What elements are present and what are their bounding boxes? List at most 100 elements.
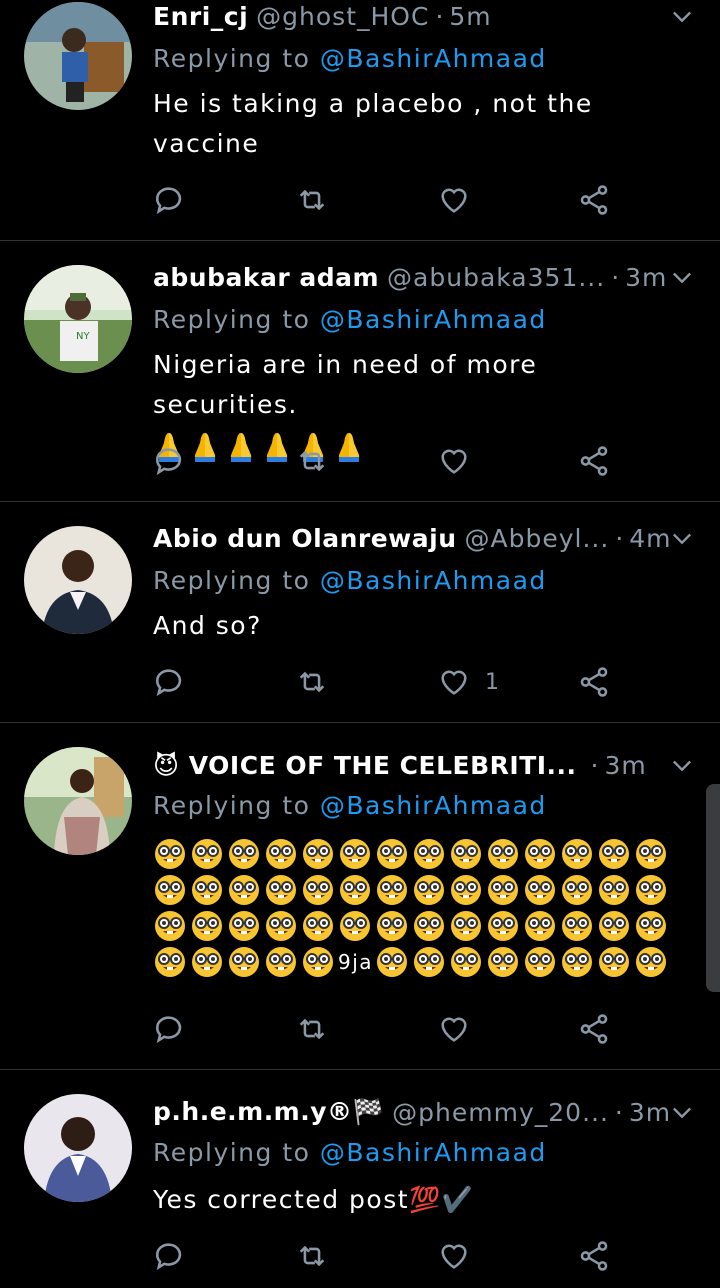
retweet-button[interactable]	[295, 441, 329, 481]
author-name[interactable]: p.h.e.m.m.y®🏁	[153, 1097, 384, 1127]
tweet[interactable]: p.h.e.m.m.y®🏁 @phemmy_20... · 3m Replyin…	[0, 1070, 720, 1288]
share-button[interactable]	[577, 180, 611, 220]
reply-button[interactable]	[153, 1236, 187, 1276]
reply-button[interactable]	[153, 662, 187, 702]
nerd-face-emoji	[523, 837, 557, 871]
share-icon	[580, 446, 608, 476]
nerd-face-emoji	[375, 909, 409, 943]
inline-text: 9ja	[338, 950, 374, 974]
replying-to: Replying to @BashirAhmaad	[153, 305, 547, 334]
avatar[interactable]	[24, 526, 132, 634]
tweet[interactable]: Abio dun Olanrewaju @Abbeyl... · 4m Repl…	[0, 502, 720, 723]
timestamp: 3m	[625, 262, 668, 292]
replying-to: Replying to @BashirAhmaad	[153, 44, 547, 73]
author-name[interactable]: abubakar adam	[153, 263, 379, 292]
nerd-face-emoji	[486, 909, 520, 943]
share-button[interactable]	[577, 441, 611, 481]
replying-to: Replying to @BashirAhmaad	[153, 1138, 547, 1167]
nerd-face-emoji	[597, 873, 631, 907]
replying-to-handle[interactable]: @BashirAhmaad	[320, 1138, 547, 1167]
like-button[interactable]: 1	[437, 662, 499, 702]
chevron-down-icon[interactable]	[668, 1098, 696, 1126]
replying-to-handle[interactable]: @BashirAhmaad	[320, 44, 547, 73]
chevron-down-icon[interactable]	[668, 751, 696, 779]
replying-prefix: Replying to	[153, 791, 311, 820]
nerd-face-emoji	[634, 945, 668, 979]
chevron-down-icon[interactable]	[668, 2, 696, 30]
author-handle[interactable]: @abubaka351...	[387, 263, 605, 292]
share-icon	[580, 1241, 608, 1271]
avatar[interactable]	[24, 747, 132, 855]
nerd-face-emoji	[560, 837, 594, 871]
avatar[interactable]: NY	[24, 265, 132, 373]
tweet[interactable]: 😈 VOICE OF THE CELEBRITI... · 3m Replyin…	[0, 723, 720, 1070]
reply-button[interactable]	[153, 180, 187, 220]
timestamp: 4m	[629, 523, 672, 553]
nerd-face-emoji	[264, 837, 298, 871]
replying-to-handle[interactable]: @BashirAhmaad	[320, 791, 547, 820]
author-handle[interactable]: @Abbeyl...	[465, 524, 610, 553]
author-handle[interactable]: @phemmy_20...	[392, 1098, 609, 1127]
tweet-text: He is taking a placebo , not the vaccine	[153, 84, 684, 164]
nerd-face-emoji	[338, 837, 372, 871]
tweet-text: Yes corrected post💯✔️	[153, 1180, 684, 1220]
nerd-face-emoji	[227, 909, 261, 943]
retweet-button[interactable]	[295, 1236, 329, 1276]
nerd-face-emoji	[264, 873, 298, 907]
nerd-face-emoji	[412, 837, 446, 871]
like-icon	[441, 670, 467, 695]
scrollbar[interactable]	[706, 784, 720, 992]
chevron-down-icon[interactable]	[668, 263, 696, 291]
avatar[interactable]	[24, 1094, 132, 1202]
author-name[interactable]: Enri_cj	[153, 2, 248, 31]
share-icon	[580, 185, 608, 215]
reply-button[interactable]	[153, 1009, 187, 1049]
share-button[interactable]	[577, 1009, 611, 1049]
nerd-face-emoji	[634, 837, 668, 871]
retweet-button[interactable]	[295, 1009, 329, 1049]
nerd-face-emoji	[560, 873, 594, 907]
like-button[interactable]	[437, 180, 485, 220]
author-name[interactable]: Abio dun Olanrewaju	[153, 524, 457, 553]
reply-icon	[155, 669, 182, 697]
nerd-face-emoji	[523, 945, 557, 979]
tweet-text-line: Nigeria are in need of more securities.	[153, 350, 538, 419]
emoji-grid: 9ja	[153, 833, 680, 977]
nerd-face-emoji	[190, 837, 224, 871]
retweet-icon	[299, 189, 325, 211]
nerd-face-emoji	[375, 873, 409, 907]
tweet-text-line: And so?	[153, 611, 262, 640]
replying-to-handle[interactable]: @BashirAhmaad	[320, 305, 547, 334]
emoji-row	[153, 869, 680, 905]
separator-dot: ·	[435, 1, 444, 31]
share-button[interactable]	[577, 1236, 611, 1276]
tweet[interactable]: NY abubakar adam @abubaka351... · 3m Rep…	[0, 241, 720, 502]
nerd-face-emoji	[449, 945, 483, 979]
replying-to-handle[interactable]: @BashirAhmaad	[320, 566, 547, 595]
retweet-button[interactable]	[295, 180, 329, 220]
reply-button[interactable]	[153, 441, 187, 481]
tweet-text: And so?	[153, 606, 684, 646]
separator-dot: ·	[590, 750, 599, 780]
like-button[interactable]	[437, 1009, 485, 1049]
nerd-face-emoji	[301, 945, 335, 979]
retweet-button[interactable]	[295, 662, 329, 702]
nerd-face-emoji	[597, 837, 631, 871]
nerd-face-emoji	[412, 909, 446, 943]
nerd-face-emoji	[634, 909, 668, 943]
nerd-face-emoji	[301, 873, 335, 907]
author-handle[interactable]: @ghost_HOC	[256, 2, 429, 31]
nerd-face-emoji	[301, 909, 335, 943]
retweet-icon	[299, 1018, 325, 1040]
share-button[interactable]	[577, 662, 611, 702]
tweet-text-line: Yes corrected post💯✔️	[153, 1185, 475, 1214]
chevron-down-icon[interactable]	[668, 524, 696, 552]
avatar[interactable]	[24, 2, 132, 110]
separator-dot: ·	[615, 523, 624, 553]
like-button[interactable]	[437, 1236, 485, 1276]
nerd-face-emoji	[190, 909, 224, 943]
author-name[interactable]: 😈 VOICE OF THE CELEBRITI...	[153, 751, 577, 780]
tweet[interactable]: Enri_cj @ghost_HOC · 5m Replying to @Bas…	[0, 0, 720, 241]
like-button[interactable]	[437, 441, 485, 481]
timestamp: 5m	[449, 1, 492, 31]
